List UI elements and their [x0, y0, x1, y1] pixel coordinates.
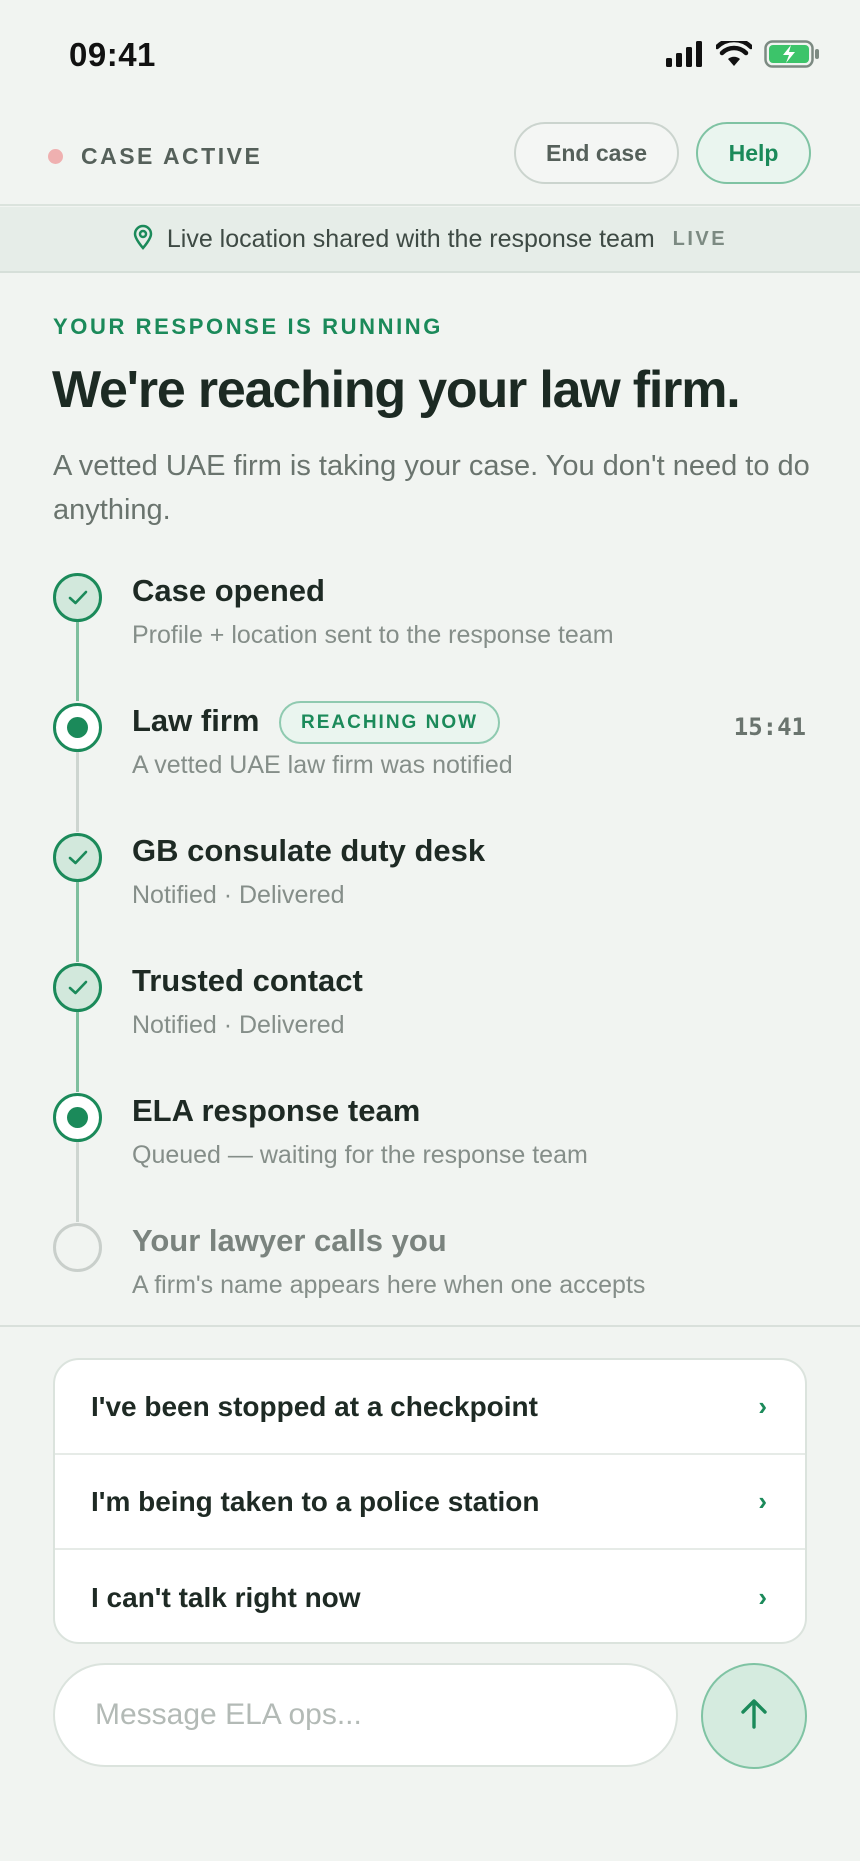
- page-description: A vetted UAE firm is taking your case. Y…: [53, 450, 810, 526]
- timeline-item-case-opened: Case opened Profile + location sent to t…: [0, 560, 860, 670]
- timeline-item-subtitle: A vetted UAE law firm was notified: [132, 751, 513, 779]
- timeline-item-title: Law firm: [132, 703, 260, 738]
- end-case-button[interactable]: End case: [514, 122, 679, 184]
- message-input[interactable]: [53, 1663, 678, 1767]
- battery-charging-icon: [764, 40, 820, 68]
- quick-reply-checkpoint[interactable]: I've been stopped at a checkpoint ›: [55, 1360, 805, 1455]
- check-icon: [53, 833, 102, 882]
- live-badge: LIVE: [672, 227, 728, 250]
- timeline-item-subtitle: Profile + location sent to the response …: [132, 621, 614, 649]
- status-icons: [666, 40, 820, 68]
- reaching-now-badge: REACHING NOW: [279, 701, 501, 744]
- timeline-item-time: 15:41: [733, 713, 806, 741]
- timeline-item-title: Case opened: [132, 573, 325, 608]
- top-bar: CASE ACTIVE End case Help: [0, 110, 860, 206]
- pending-step-icon: [53, 1223, 102, 1272]
- signal-icon: [666, 41, 704, 67]
- timeline-item-subtitle: A firm's name appears here when one acce…: [132, 1271, 646, 1299]
- send-button[interactable]: [701, 1663, 807, 1769]
- timeline-item-consulate: GB consulate duty desk Notified · Delive…: [0, 820, 860, 930]
- section-divider: [0, 1325, 860, 1327]
- timeline-item-subtitle: Queued — waiting for the response team: [132, 1141, 588, 1169]
- quick-reply-cant-talk[interactable]: I can't talk right now ›: [55, 1550, 805, 1642]
- quick-reply-label: I've been stopped at a checkpoint: [91, 1390, 538, 1422]
- timeline-item-title: Your lawyer calls you: [132, 1223, 447, 1258]
- timeline-item-title: Trusted contact: [132, 963, 363, 998]
- check-icon: [53, 573, 102, 622]
- case-status: CASE ACTIVE: [48, 143, 262, 170]
- quick-reply-label: I'm being taken to a police station: [91, 1485, 540, 1517]
- timeline-item-law-firm: Law firm REACHING NOW 15:41 A vetted UAE…: [0, 690, 860, 800]
- help-button[interactable]: Help: [696, 122, 811, 184]
- active-step-icon: [53, 703, 102, 752]
- arrow-up-icon: [739, 1698, 769, 1735]
- timeline-item-response-team: ELA response team Queued — waiting for t…: [0, 1080, 860, 1190]
- active-step-icon: [53, 1093, 102, 1142]
- location-pin-icon: [133, 224, 153, 255]
- case-status-dot: [48, 149, 63, 164]
- check-icon: [53, 963, 102, 1012]
- status-bar: 09:41: [0, 0, 860, 100]
- response-eyebrow: YOUR RESPONSE IS RUNNING: [53, 314, 444, 339]
- quick-replies: I've been stopped at a checkpoint › I'm …: [53, 1358, 807, 1644]
- location-banner-text: Live location shared with the response t…: [166, 224, 655, 253]
- chevron-right-icon: ›: [758, 1486, 767, 1516]
- status-time: 09:41: [69, 36, 156, 73]
- timeline-item-subtitle: Notified · Delivered: [132, 1011, 345, 1039]
- location-banner: Live location shared with the response t…: [0, 207, 860, 273]
- chevron-right-icon: ›: [758, 1391, 767, 1421]
- wifi-icon: [716, 41, 752, 67]
- timeline-item-lawyer-call: Your lawyer calls you A firm's name appe…: [0, 1210, 860, 1320]
- quick-reply-police-station[interactable]: I'm being taken to a police station ›: [55, 1455, 805, 1550]
- quick-reply-label: I can't talk right now: [91, 1581, 361, 1613]
- timeline-item-trusted-contact: Trusted contact Notified · Delivered: [0, 950, 860, 1060]
- timeline-item-subtitle: Notified · Delivered: [132, 881, 345, 909]
- case-status-label: CASE ACTIVE: [81, 143, 263, 169]
- page-title: We're reaching your law firm.: [52, 361, 741, 419]
- timeline-item-title: ELA response team: [132, 1093, 421, 1128]
- timeline-item-title: GB consulate duty desk: [132, 833, 486, 868]
- chevron-right-icon: ›: [758, 1582, 767, 1612]
